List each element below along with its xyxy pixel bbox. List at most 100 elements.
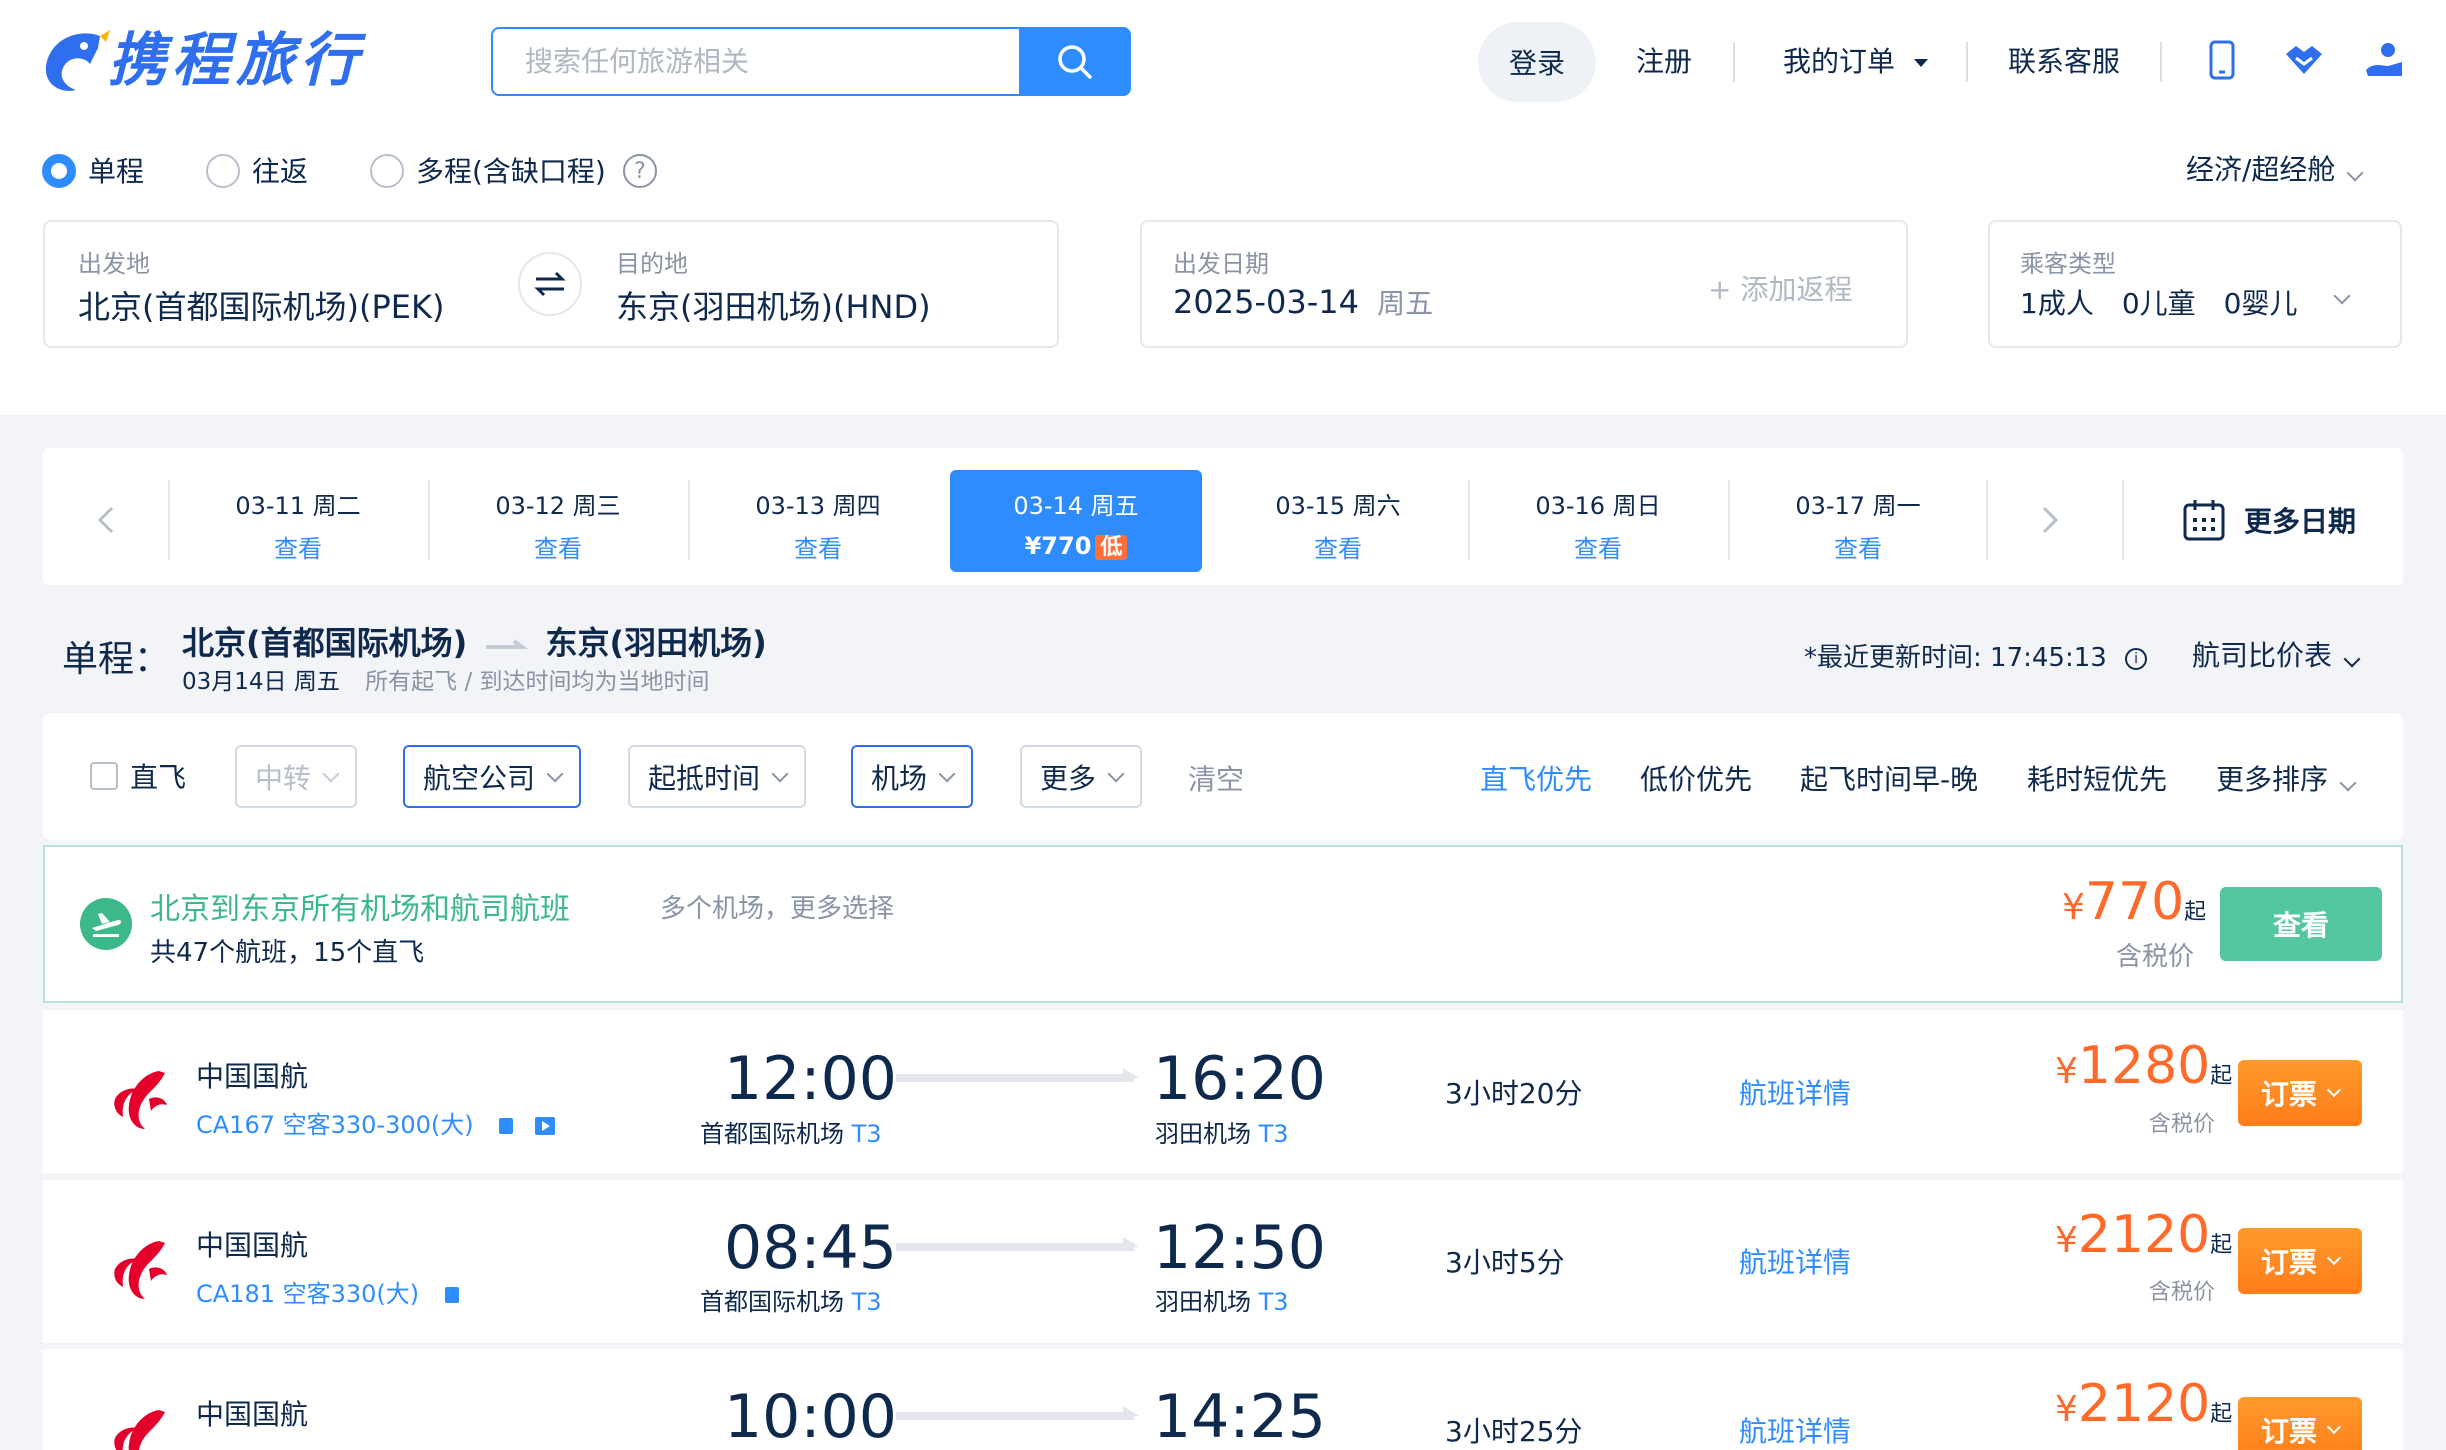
time-filter-label: 起抵时间 (648, 761, 761, 795)
cabin-select[interactable]: 经济/超经舱 (2186, 148, 2364, 188)
flight-row[interactable]: 中国国航 CA181 空客330(大) 08:45 首都国际机场 T3 12:5… (43, 1180, 2403, 1343)
book-button[interactable]: 订票 (2238, 1228, 2362, 1294)
airline-name: 中国国航 (196, 1229, 309, 1262)
price-suffix: 起 (2210, 1233, 2233, 1258)
sort-departure-time[interactable]: 起飞时间早-晚 (1800, 758, 1978, 798)
time-filter[interactable]: 起抵时间 (628, 745, 807, 808)
sort-low-price[interactable]: 低价优先 (1640, 758, 1752, 798)
login-button[interactable]: 登录 (1478, 22, 1596, 102)
clear-filters-button[interactable]: 清空 (1188, 758, 1244, 798)
date-tab-0311[interactable]: 03-11 周二 查看 (172, 470, 424, 572)
search-icon (1058, 44, 1092, 79)
next-dates-icon[interactable] (2034, 502, 2064, 538)
help-icon[interactable]: ? (623, 154, 657, 188)
arrival-time: 12:50 (1153, 1213, 1326, 1283)
date-tab-0315[interactable]: 03-15 周六 查看 (1212, 470, 1464, 572)
more-dates-label: 更多日期 (2244, 505, 2357, 538)
direct-label[interactable]: 直飞 (130, 756, 186, 796)
date-weekday: 周五 (1377, 287, 1434, 320)
airline-compare-button[interactable]: 航司比价表 (2192, 634, 2361, 674)
airport-filter[interactable]: 机场 (851, 745, 974, 808)
more-dates-button[interactable]: 更多日期 (2180, 496, 2356, 544)
price-value: 1280 (2077, 1036, 2211, 1096)
ctrip-dolphin-logo-icon[interactable] (40, 28, 112, 96)
radio-one-way[interactable] (42, 154, 76, 188)
price-value: 2120 (2077, 1374, 2211, 1434)
date-tab-0314-selected[interactable]: 03-14 周五 ¥770 低 (950, 470, 1202, 572)
date-divider (1468, 480, 1470, 560)
flight-details-link[interactable]: 航班详情 (1739, 1410, 1851, 1450)
date-tab-view: 查看 (794, 535, 842, 563)
flight-row[interactable]: 中国国航 CA167 空客330-300(大) 12:00 首都国际机场 T3 … (43, 1010, 2403, 1173)
luggage-icon (499, 1118, 514, 1134)
sort-more[interactable]: 更多排序 (2216, 758, 2357, 798)
date-field[interactable]: 2025-03-14 周五 (1173, 282, 1433, 322)
prev-dates-icon[interactable] (92, 502, 122, 538)
date-tab-0317[interactable]: 03-17 周一 查看 (1732, 470, 1984, 572)
date-label: 出发日期 (1173, 250, 1269, 278)
info-icon[interactable]: i (2125, 647, 2148, 670)
banner-view-button[interactable]: 查看 (2220, 887, 2382, 961)
route-from: 北京(首都国际机场) (182, 624, 468, 662)
date-tab-label: 03-13 周四 (755, 492, 881, 520)
flight-details-link[interactable]: 航班详情 (1739, 1072, 1851, 1112)
date-tab-0312[interactable]: 03-12 周三 查看 (432, 470, 684, 572)
date-tab-0313[interactable]: 03-13 周四 查看 (692, 470, 944, 572)
more-filter[interactable]: 更多 (1020, 745, 1143, 808)
flight-number[interactable]: CA181 空客330(大) (196, 1274, 459, 1309)
date-divider (2122, 480, 2124, 560)
airport-name: 羽田机场 (1155, 1120, 1251, 1148)
banner-flight-count: 共47个航班，15个直飞 (150, 938, 425, 968)
lowest-price-badge: 低 (1095, 535, 1128, 560)
search-box (491, 27, 1131, 96)
user-service-icon[interactable] (2362, 38, 2406, 82)
flight-duration: 3小时25分 (1445, 1415, 1583, 1448)
date-divider (688, 480, 690, 560)
banner-title[interactable]: 北京到东京所有机场和航司航班 (150, 884, 570, 928)
book-button[interactable]: 订票 (2238, 1397, 2362, 1450)
round-trip-label[interactable]: 往返 (252, 152, 308, 192)
airline-filter-label: 航空公司 (423, 761, 536, 795)
swap-button[interactable] (518, 252, 582, 316)
last-updated: *最近更新时间: 17:45:13 i (1804, 637, 2148, 674)
flight-number[interactable]: CA167 空客330-300(大) (196, 1105, 555, 1140)
origin-field[interactable]: 北京(首都国际机场)(PEK) (78, 282, 444, 328)
date-divider (1728, 480, 1730, 560)
origin-label: 出发地 (78, 250, 150, 278)
last-updated-text: *最近更新时间: 17:45:13 (1804, 643, 2107, 673)
radio-multi-city[interactable] (370, 154, 404, 188)
my-orders-menu[interactable]: 我的订单 (1783, 40, 1928, 84)
radio-round-trip[interactable] (206, 154, 240, 188)
arrow-head-icon (1123, 1068, 1139, 1078)
local-time-note: 所有起飞 / 到达时间均为当地时间 (365, 669, 710, 695)
one-way-label[interactable]: 单程 (88, 152, 144, 192)
multi-city-label[interactable]: 多程(含缺口程) (416, 152, 606, 192)
price-value: 2120 (2077, 1205, 2211, 1265)
customer-service-link[interactable]: 联系客服 (2008, 40, 2120, 84)
destination-field[interactable]: 东京(羽田机场)(HND) (616, 282, 931, 328)
search-button[interactable] (1019, 27, 1131, 96)
transfer-filter[interactable]: 中转 (235, 745, 358, 808)
date-tab-view: 查看 (274, 535, 322, 563)
plane-icon (80, 898, 132, 950)
chevron-down-icon (2343, 650, 2361, 668)
book-button[interactable]: 订票 (2238, 1060, 2362, 1126)
add-return-button[interactable]: + 添加返程 (1708, 268, 1852, 308)
direct-checkbox[interactable] (90, 762, 118, 790)
arrival-airport: 羽田机场 T3 (1155, 1282, 1289, 1317)
search-input[interactable] (493, 29, 1023, 94)
chevron-down-icon (2339, 774, 2357, 792)
register-link[interactable]: 注册 (1636, 40, 1692, 84)
date-tab-0316[interactable]: 03-16 周日 查看 (1472, 470, 1724, 572)
sort-shortest-duration[interactable]: 耗时短优先 (2027, 758, 2167, 798)
airline-filter[interactable]: 航空公司 (403, 745, 582, 808)
mobile-app-icon[interactable] (2200, 38, 2244, 82)
price-value: 770 (2084, 872, 2185, 932)
flight-row[interactable]: 中国国航 10:00 14:25 3小时25分 航班详情 ¥2120起 订票 (43, 1349, 2403, 1450)
flight-details-link[interactable]: 航班详情 (1739, 1241, 1851, 1281)
logo-text[interactable]: 携程旅行 (108, 24, 364, 96)
arrow-head-icon (1123, 1237, 1139, 1247)
passenger-field[interactable]: 1成人 0儿童 0婴儿 (2020, 282, 2297, 322)
handshake-icon[interactable] (2282, 38, 2326, 82)
sort-direct-first[interactable]: 直飞优先 (1480, 758, 1592, 798)
